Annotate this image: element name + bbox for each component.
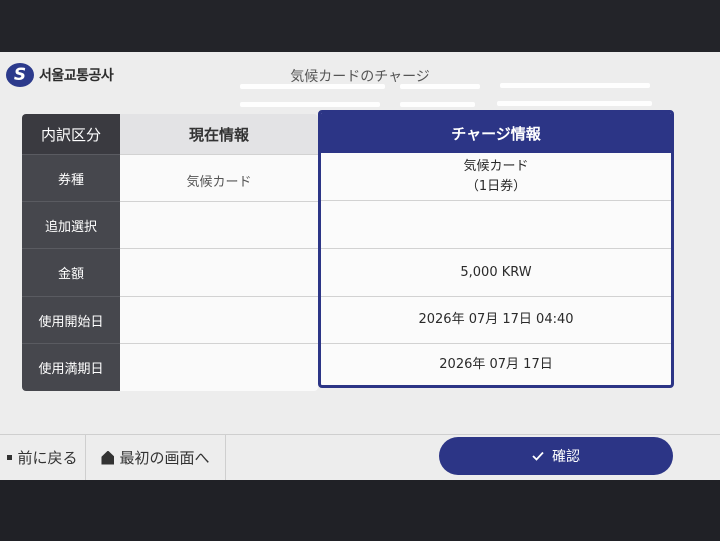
back-button-label: 前に戻る xyxy=(17,449,78,467)
glare xyxy=(240,84,385,89)
bezel-bottom xyxy=(0,480,720,541)
current-start-date xyxy=(120,296,318,343)
glare xyxy=(400,102,475,107)
row-label-additional-selection: 追加選択 xyxy=(22,201,120,248)
row-label-amount: 金額 xyxy=(22,248,120,296)
home-button[interactable]: 最初の画面へ xyxy=(86,435,226,480)
charge-ticket-type: 気候カード （1日券） xyxy=(321,153,671,200)
info-table-left: 内訳区分 現在情報 券種 気候カード 追加選択 金額 使用開始日 使用満期日 xyxy=(22,114,318,391)
current-expiry-date xyxy=(120,343,318,391)
charge-column-header: チャージ情報 xyxy=(321,113,671,153)
glare xyxy=(240,102,380,107)
glare xyxy=(500,83,650,88)
charge-ticket-name: 気候カード xyxy=(463,158,529,174)
current-column-header: 現在情報 xyxy=(120,114,318,154)
home-button-label: 最初の画面へ xyxy=(119,449,210,467)
current-ticket-type: 気候カード xyxy=(120,154,318,201)
charge-additional-selection xyxy=(321,200,671,248)
current-amount xyxy=(120,248,318,296)
bezel-top xyxy=(0,0,720,52)
glare xyxy=(497,101,652,106)
header: S 서울교통공사 気候カードのチャージ xyxy=(0,52,720,98)
row-label-expiry-date: 使用満期日 xyxy=(22,343,120,391)
charge-start-date: 2026年 07月 17日 04:40 xyxy=(321,296,671,343)
row-label-start-date: 使用開始日 xyxy=(22,296,120,343)
check-icon xyxy=(532,451,544,461)
charge-ticket-duration: （1日券） xyxy=(465,178,527,194)
current-additional-selection xyxy=(120,201,318,248)
charge-info-panel: チャージ情報 気候カード （1日券） 5,000 KRW 2026年 07月 1… xyxy=(318,110,674,388)
row-label-ticket-type: 券種 xyxy=(22,154,120,201)
back-icon xyxy=(7,455,13,460)
glare xyxy=(400,84,480,89)
charge-amount: 5,000 KRW xyxy=(321,248,671,296)
confirm-button-label: 確認 xyxy=(552,449,580,465)
home-icon xyxy=(101,450,115,465)
confirm-button[interactable]: 確認 xyxy=(439,437,673,475)
kiosk-screen: S 서울교통공사 気候カードのチャージ 内訳区分 現在情報 券種 気候カード 追… xyxy=(0,52,720,480)
back-button[interactable]: 前に戻る xyxy=(0,435,86,480)
charge-expiry-date: 2026年 07月 17日 xyxy=(321,343,671,385)
label-column-header: 内訳区分 xyxy=(22,114,120,154)
